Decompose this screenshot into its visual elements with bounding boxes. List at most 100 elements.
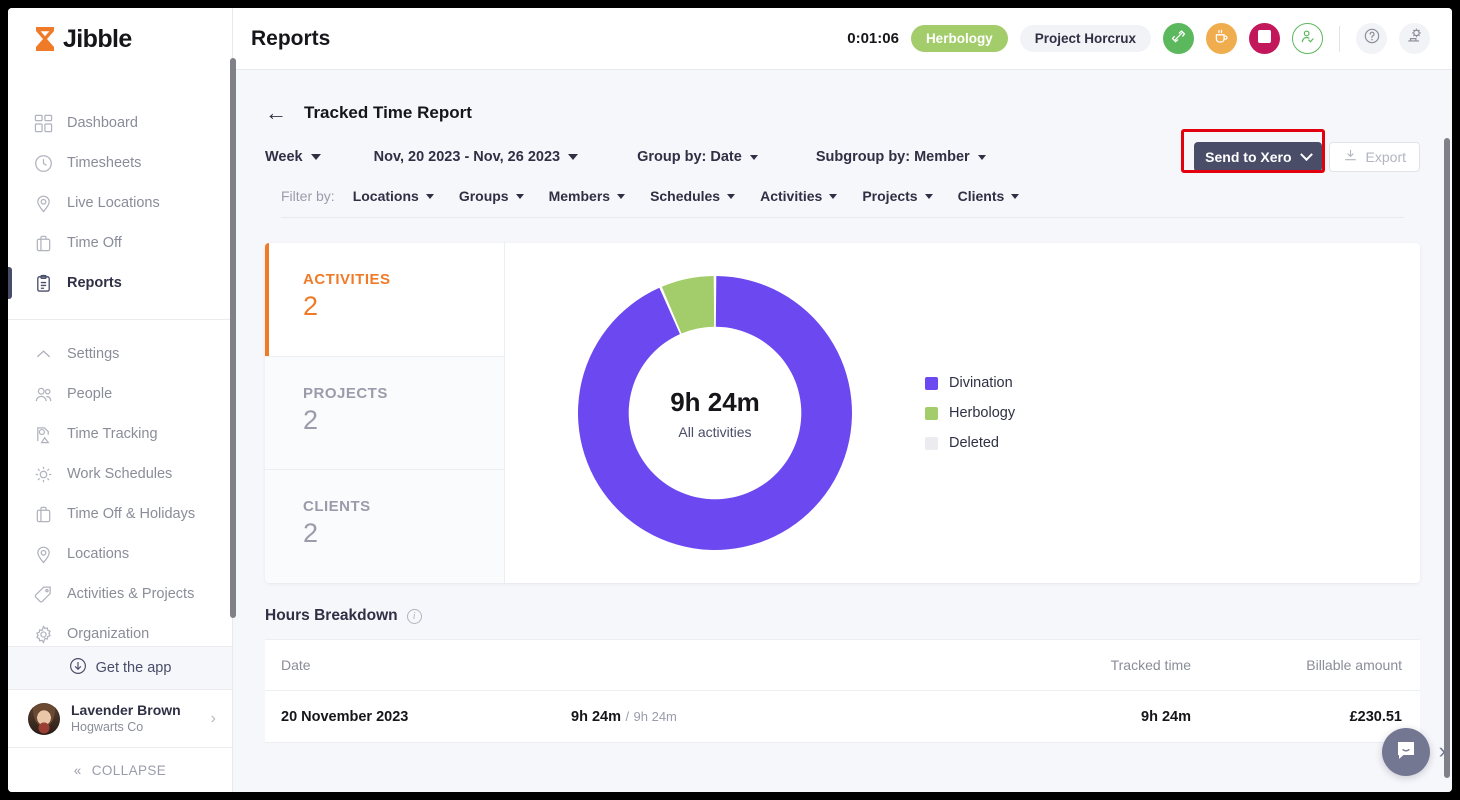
gear-icon (33, 624, 53, 644)
briefcase-icon (33, 233, 53, 253)
sidebar-item-timesheets[interactable]: Timesheets (8, 143, 232, 183)
integrations-button[interactable] (1399, 23, 1430, 54)
stop-icon (1258, 30, 1271, 48)
sidebar-item-label: Locations (67, 546, 129, 562)
sidebar-item-work-schedules[interactable]: Work Schedules (8, 454, 232, 494)
table-row[interactable]: 20 November 2023 9h 24m / 9h 24m 9h 24m … (265, 691, 1420, 743)
sidebar-item-people[interactable]: People (8, 374, 232, 414)
chevron-down-icon (978, 155, 986, 160)
report-card: ← Tracked Time Report Week Nov, 20 2023 … (249, 80, 1436, 792)
send-to-xero-label: Send to Xero (1205, 149, 1291, 165)
chevron-down-icon (1300, 148, 1313, 161)
people-icon (33, 384, 53, 404)
help-button[interactable] (1356, 23, 1387, 54)
legend-swatch-deleted (925, 437, 938, 450)
divider (1339, 26, 1340, 52)
sidebar-item-locations[interactable]: Locations (8, 534, 232, 574)
break-button[interactable] (1206, 23, 1237, 54)
stat-value: 2 (303, 405, 504, 436)
sidebar-item-activities-projects[interactable]: Activities & Projects (8, 574, 232, 614)
hourglass-logo-icon (33, 26, 57, 52)
date-range-select[interactable]: Nov, 20 2023 - Nov, 26 2023 (374, 149, 578, 165)
filter-locations[interactable]: Locations (353, 188, 434, 204)
filter-clients[interactable]: Clients (958, 188, 1020, 204)
user-profile[interactable]: Lavender Brown Hogwarts Co › (8, 690, 232, 748)
filter-label: Members (549, 188, 610, 204)
sidebar-item-time-tracking[interactable]: Time Tracking (8, 414, 232, 454)
download-circle-icon (69, 657, 87, 679)
next-page-button[interactable]: › (1439, 738, 1446, 764)
send-to-xero-button[interactable]: Send to Xero (1194, 142, 1321, 172)
sidebar-item-organization[interactable]: Organization (8, 614, 232, 646)
sidebar-item-label: Time Off & Holidays (67, 506, 195, 522)
subgroup-by-select[interactable]: Subgroup by: Member (816, 149, 986, 165)
sidebar-item-reports[interactable]: Reports (8, 263, 232, 303)
period-select[interactable]: Week (265, 149, 321, 165)
chevron-down-icon (925, 194, 933, 199)
toolbar-actions: Send to Xero Export (1194, 142, 1420, 172)
donut-chart[interactable]: 9h 24m All activities (577, 275, 853, 551)
chevron-down-icon (727, 194, 735, 199)
sidebar-item-label: Work Schedules (67, 466, 172, 482)
filter-label: Projects (862, 188, 917, 204)
clock-in-icon (1170, 28, 1187, 50)
column-header-tracked-time: Tracked time (916, 657, 1191, 673)
main-scrollbar[interactable] (1444, 138, 1450, 778)
dashboard-icon (33, 113, 53, 133)
filter-label: Clients (958, 188, 1005, 204)
sidebar-item-label: Activities & Projects (67, 586, 194, 602)
hours-secondary: 9h 24m (634, 709, 677, 724)
sidebar-scrollbar[interactable] (230, 58, 236, 618)
filter-schedules[interactable]: Schedules (650, 188, 735, 204)
cell-tracked-time: 9h 24m (916, 709, 1191, 725)
page-body: ← Tracked Time Report Week Nov, 20 2023 … (233, 70, 1452, 792)
hours-separator: / (625, 709, 629, 724)
period-select-label: Week (265, 149, 303, 165)
collapse-sidebar-button[interactable]: « COLLAPSE (8, 748, 232, 792)
group-by-select[interactable]: Group by: Date (637, 149, 758, 165)
legend-item[interactable]: Deleted (925, 435, 1015, 451)
sidebar-item-dashboard[interactable]: Dashboard (8, 103, 232, 143)
legend-item[interactable]: Herbology (925, 405, 1015, 421)
subgroup-by-label: Subgroup by: Member (816, 149, 970, 165)
avatar (28, 703, 60, 735)
get-the-app-label: Get the app (96, 660, 172, 676)
chevron-down-icon (829, 194, 837, 199)
stat-card-activities[interactable]: ACTIVITIES 2 (265, 243, 504, 357)
stat-label: CLIENTS (303, 498, 504, 515)
sidebar-item-time-off[interactable]: Time Off (8, 223, 232, 263)
filter-label: Locations (353, 188, 419, 204)
stat-card-clients[interactable]: CLIENTS 2 (265, 470, 504, 583)
info-icon[interactable]: i (407, 609, 422, 624)
filter-projects[interactable]: Projects (862, 188, 932, 204)
work-schedules-icon (33, 464, 53, 484)
filter-activities[interactable]: Activities (760, 188, 837, 204)
filter-groups[interactable]: Groups (459, 188, 524, 204)
clock-in-button[interactable] (1163, 23, 1194, 54)
sidebar-item-live-locations[interactable]: Live Locations (8, 183, 232, 223)
filter-members[interactable]: Members (549, 188, 625, 204)
sidebar-item-time-off-holidays[interactable]: Time Off & Holidays (8, 494, 232, 534)
person-check-button[interactable] (1292, 23, 1323, 54)
chevron-right-icon: › (211, 710, 216, 728)
back-button[interactable]: ← (265, 102, 287, 124)
stat-card-projects[interactable]: PROJECTS 2 (265, 357, 504, 471)
chevron-down-icon (426, 194, 434, 199)
summary-chart-panel: ACTIVITIES 2 PROJECTS 2 CLIENTS 2 (265, 243, 1420, 583)
active-activity-pill[interactable]: Herbology (911, 25, 1008, 52)
app-logo[interactable]: Jibble (8, 8, 232, 70)
stop-button[interactable] (1249, 23, 1280, 54)
sidebar-item-settings[interactable]: Settings (8, 334, 232, 374)
chat-bubble-icon (1394, 738, 1418, 767)
export-button[interactable]: Export (1329, 142, 1420, 172)
profile-name: Lavender Brown (71, 702, 181, 720)
stat-label: ACTIVITIES (303, 271, 504, 288)
stat-label: PROJECTS (303, 385, 504, 402)
get-the-app-button[interactable]: Get the app (8, 646, 232, 690)
chat-widget-button[interactable] (1382, 728, 1430, 776)
sidebar-nav: Dashboard Timesheets Live Locations (8, 70, 232, 646)
active-project-pill[interactable]: Project Horcrux (1020, 25, 1151, 52)
question-mark-icon (1363, 27, 1381, 50)
chevron-down-icon (516, 194, 524, 199)
legend-item[interactable]: Divination (925, 375, 1015, 391)
